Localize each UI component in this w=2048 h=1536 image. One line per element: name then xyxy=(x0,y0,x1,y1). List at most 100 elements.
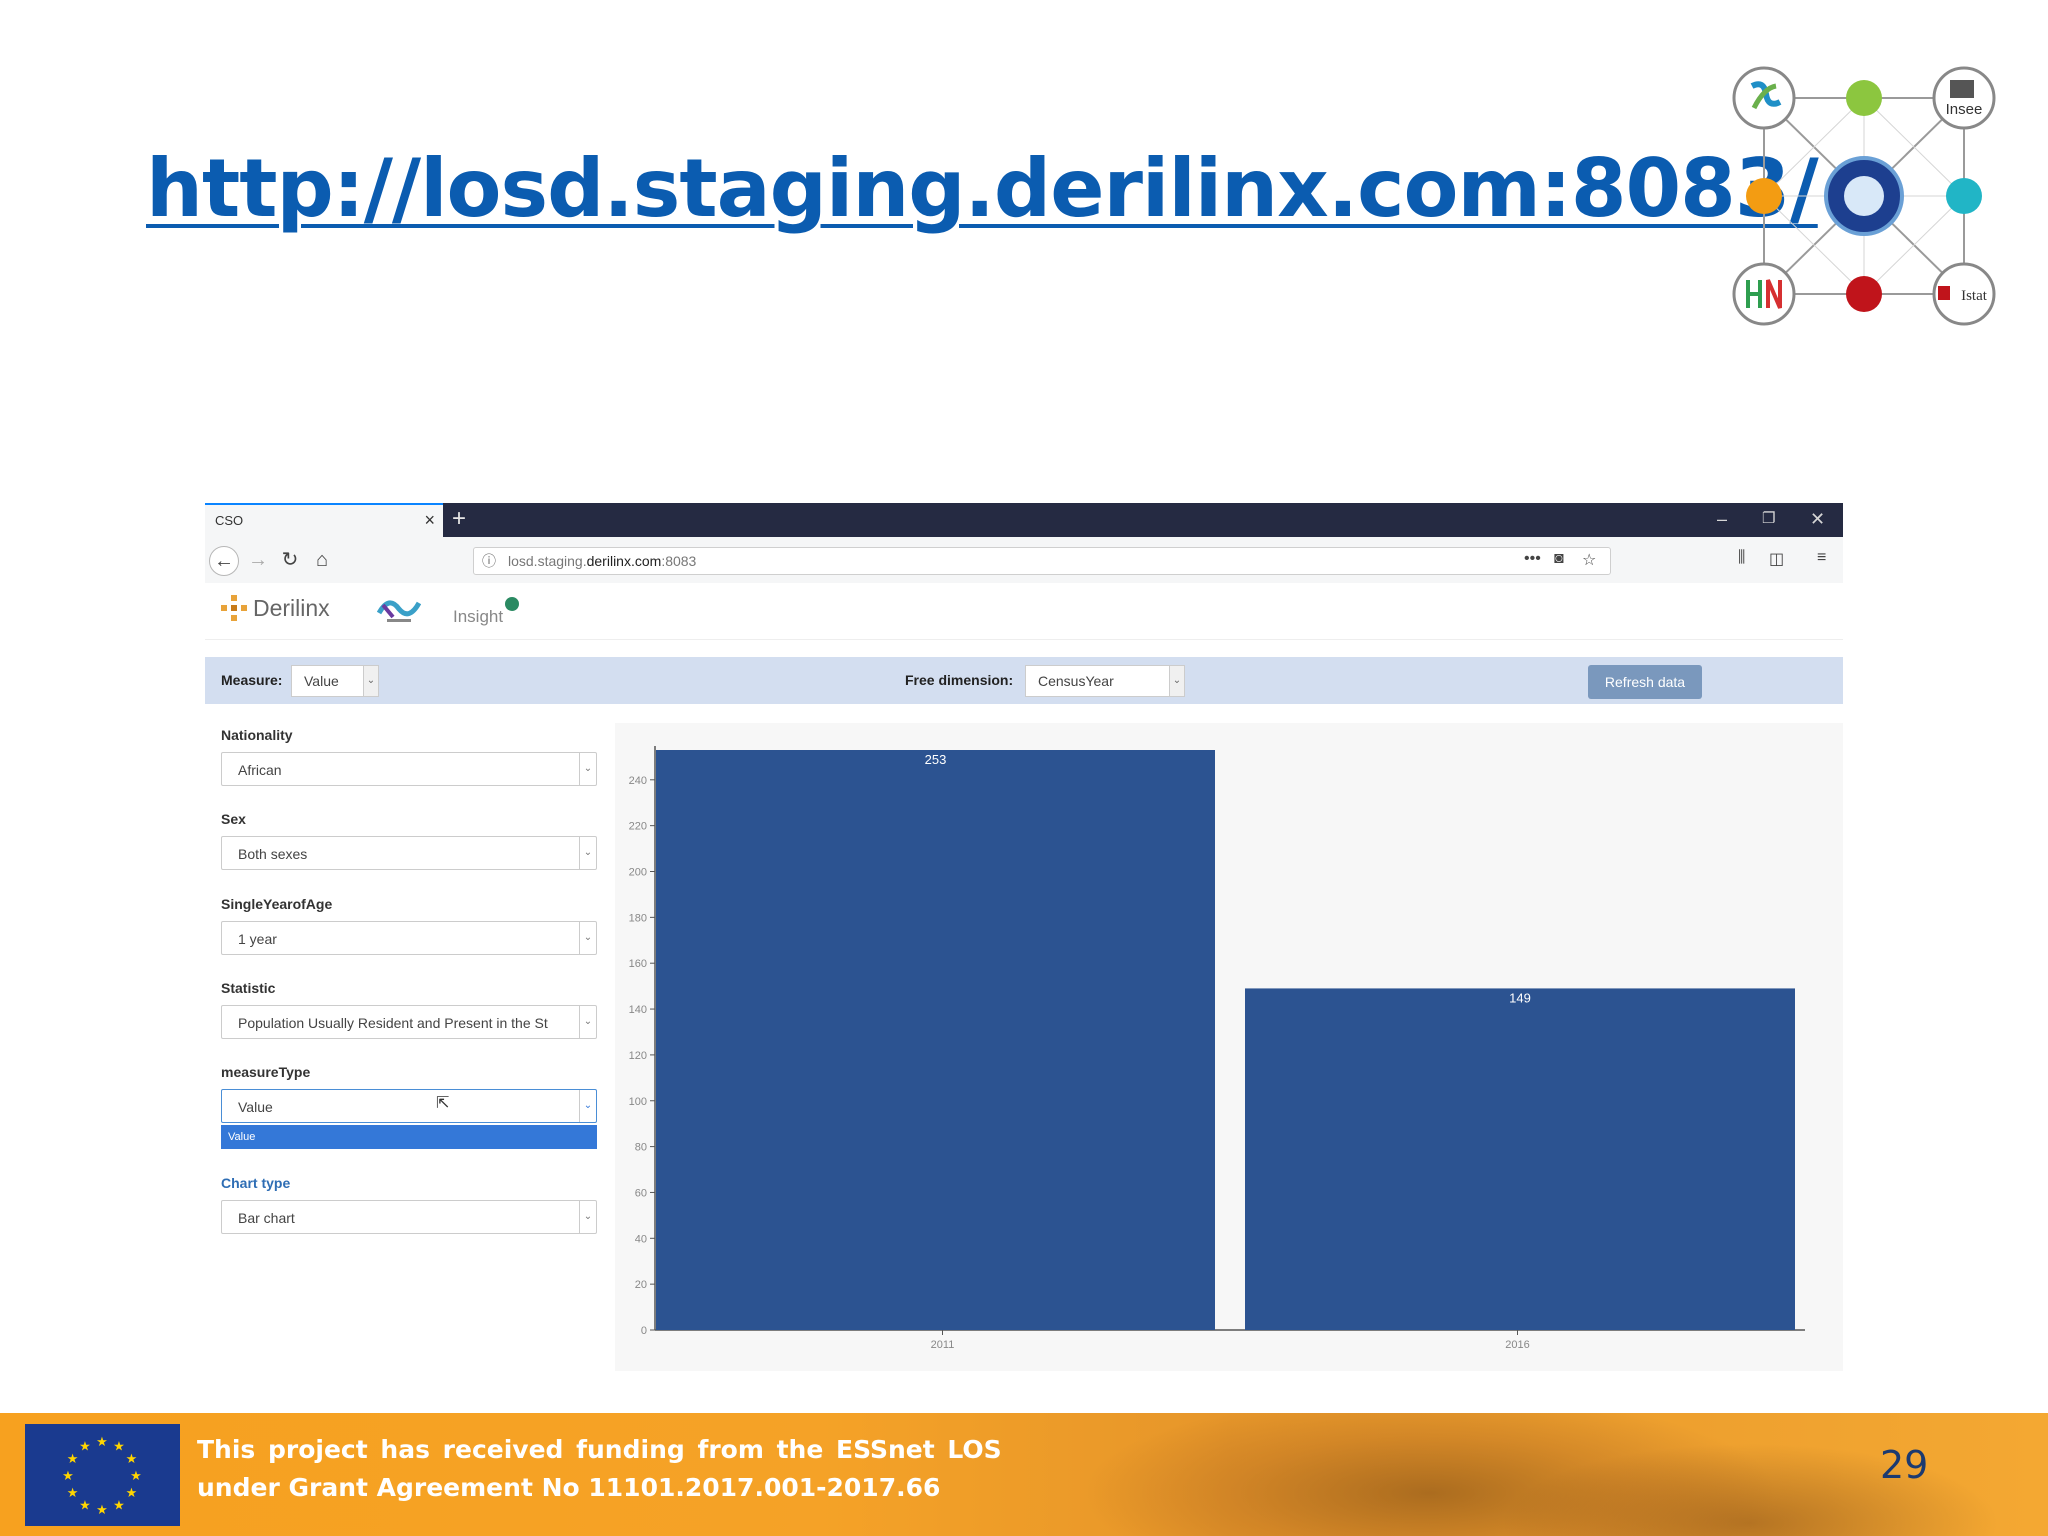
library-icon[interactable]: ⫼ xyxy=(1738,549,1745,567)
tab-title: CSO xyxy=(215,513,244,528)
chevron-down-icon: ⌄ xyxy=(579,1201,596,1233)
y-tick-label: 20 xyxy=(635,1279,647,1291)
measure-label: Measure: xyxy=(221,672,283,688)
bar-value-label: 149 xyxy=(1509,990,1531,1005)
funding-line-1: This project has received funding from t… xyxy=(197,1435,1002,1464)
bookmark-star-icon[interactable]: ☆ xyxy=(1582,550,1596,570)
sex-select[interactable]: Both sexes ⌄ xyxy=(221,836,597,870)
controls-bar: Measure: Value ⌄ Free dimension: CensusY… xyxy=(205,657,1843,704)
page-actions-icon[interactable]: ••• xyxy=(1524,550,1541,568)
chevron-down-icon: ⌄ xyxy=(579,837,596,869)
chevron-down-icon: ⌄ xyxy=(363,666,378,696)
app-header: Derilinx Insight xyxy=(205,583,1843,640)
y-tick-label: 40 xyxy=(635,1233,647,1245)
funding-statement: This project has received funding from t… xyxy=(197,1431,1002,1507)
y-tick-label: 0 xyxy=(641,1325,647,1337)
filter-label-sex: Sex xyxy=(221,811,246,827)
filter-label-measure-type: measureType xyxy=(221,1064,311,1080)
slide-footer: ★ ★ ★ ★ ★ ★ ★ ★ ★ ★ ★ ★ This project has received f… xyxy=(0,1413,2048,1536)
chevron-down-icon: ⌄ xyxy=(579,1006,596,1038)
free-dimension-label: Free dimension: xyxy=(905,672,1014,688)
url-text: losd.staging.derilinx.com:8083 xyxy=(508,553,697,569)
eu-stars-icon: ★ ★★★★★★★★★★★ xyxy=(62,1434,142,1517)
pocket-icon[interactable]: ◙ xyxy=(1554,550,1564,568)
measure-type-select[interactable]: Value ⌄ xyxy=(221,1089,597,1123)
insight-globe-icon xyxy=(505,597,519,611)
x-tick-label: 2016 xyxy=(1505,1339,1529,1351)
measure-select[interactable]: Value ⌄ xyxy=(291,665,379,697)
eu-star-icon: ★ xyxy=(67,1485,79,1500)
y-tick-label: 120 xyxy=(629,1050,647,1062)
eu-star-icon: ★ xyxy=(113,1497,125,1512)
derilinx-mark-icon xyxy=(221,595,247,621)
eu-star-icon: ★ xyxy=(130,1468,142,1483)
eu-star-icon: ★ xyxy=(126,1451,138,1466)
back-icon[interactable]: ← xyxy=(209,546,239,576)
chart-panel: 0 20 40 60 80 100 120 140 160 180 200 220 240 253 2011… xyxy=(615,723,1843,1371)
chevron-down-icon: ⌄ xyxy=(1169,666,1184,696)
y-tick-label: 100 xyxy=(629,1096,647,1108)
eu-star-icon: ★ xyxy=(96,1502,108,1517)
age-select[interactable]: 1 year ⌄ xyxy=(221,921,597,955)
browser-tab[interactable]: CSO × xyxy=(205,503,443,537)
menu-icon[interactable]: ≡ xyxy=(1817,549,1826,567)
chevron-down-icon: ⌄ xyxy=(579,922,596,954)
minimize-icon[interactable]: – xyxy=(1717,508,1727,530)
filter-label-statistic: Statistic xyxy=(221,980,276,996)
measure-type-option[interactable]: Value xyxy=(221,1125,597,1149)
partner-node-bottom-left xyxy=(1732,262,1796,326)
tab-close-icon[interactable]: × xyxy=(424,510,435,530)
restore-icon[interactable]: ❐ xyxy=(1762,508,1775,530)
y-tick-label: 180 xyxy=(629,912,647,924)
reload-icon[interactable]: ↻ xyxy=(275,545,305,575)
mouse-cursor-icon: ⇱ xyxy=(436,1095,450,1112)
bar-chart: 0 20 40 60 80 100 120 140 160 180 200 220 240 253 2011… xyxy=(629,746,1805,1351)
y-tick-label: 60 xyxy=(635,1187,647,1199)
eu-star-icon: ★ xyxy=(62,1468,74,1483)
sidebar-icon[interactable]: ◫ xyxy=(1769,549,1784,569)
partner-node-top-mid xyxy=(1846,80,1882,116)
x-tick-label: 2011 xyxy=(931,1339,955,1351)
filter-label-nationality: Nationality xyxy=(221,727,293,743)
partner-network-logo: Insee Istat xyxy=(1732,66,1996,326)
partner-node-bottom-mid xyxy=(1846,276,1882,312)
eu-star-icon: ★ xyxy=(96,1434,108,1449)
slide-url-heading[interactable]: http://losd.staging.derilinx.com:8083/ xyxy=(146,142,1819,235)
bar-value-label: 253 xyxy=(925,752,947,767)
chart-type-select[interactable]: Bar chart ⌄ xyxy=(221,1200,597,1234)
new-tab-icon[interactable]: + xyxy=(452,505,466,533)
brand-name: Derilinx xyxy=(253,595,330,621)
page-number: 29 xyxy=(1880,1443,1929,1487)
insee-label: Insee xyxy=(1946,101,1983,118)
partner-node-mid-left xyxy=(1746,178,1782,214)
y-tick-label: 220 xyxy=(629,821,647,833)
nationality-select[interactable]: African ⌄ xyxy=(221,752,597,786)
forward-icon[interactable]: → xyxy=(243,545,273,575)
y-tick-label: 160 xyxy=(629,958,647,970)
bar xyxy=(1245,988,1795,1330)
filter-label-age: SingleYearofAge xyxy=(221,896,333,912)
y-tick-label: 200 xyxy=(629,867,647,879)
eu-star-icon: ★ xyxy=(67,1451,79,1466)
eu-star-icon: ★ xyxy=(126,1485,138,1500)
url-bar[interactable]: ⓘ losd.staging.derilinx.com:8083 ••• ◙ ☆ xyxy=(473,547,1611,575)
browser-titlebar: CSO × + – ❐ ✕ xyxy=(205,503,1843,537)
derilinx-logo[interactable]: Derilinx xyxy=(221,595,330,622)
eu-star-icon: ★ xyxy=(113,1439,125,1454)
free-dimension-select[interactable]: CensusYear ⌄ xyxy=(1025,665,1185,697)
statistic-select[interactable]: Population Usually Resident and Present … xyxy=(221,1005,597,1039)
chevron-down-icon: ⌄ xyxy=(579,1090,596,1122)
chart-type-label: Chart type xyxy=(221,1175,291,1191)
funding-line-2: under Grant Agreement No 11101.2017.001-… xyxy=(197,1473,941,1502)
site-info-icon[interactable]: ⓘ xyxy=(482,551,496,571)
partner-node-mid-right xyxy=(1946,178,1982,214)
y-tick-label: 140 xyxy=(629,1004,647,1016)
refresh-data-button[interactable]: Refresh data xyxy=(1588,665,1702,699)
partner-brand-icon xyxy=(377,600,421,622)
home-icon[interactable]: ⌂ xyxy=(307,545,337,575)
y-tick-label: 240 xyxy=(629,775,647,787)
insight-label[interactable]: Insight xyxy=(453,607,503,627)
eu-flag-logo: ★ ★ ★ ★ ★ ★ ★ ★ ★ ★ ★ ★ xyxy=(25,1424,180,1526)
istat-label: Istat xyxy=(1961,288,1988,304)
close-window-icon[interactable]: ✕ xyxy=(1810,508,1825,530)
